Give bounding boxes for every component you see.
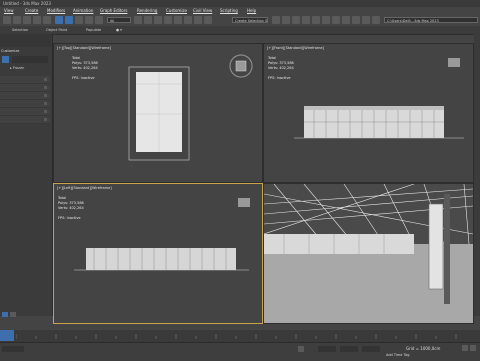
visibility-icon[interactable] <box>44 86 47 89</box>
viewport-front[interactable]: [+][Front][Standard][Wireframe] Total Po… <box>263 43 474 183</box>
curve-editor-icon[interactable] <box>312 16 320 24</box>
align-icon[interactable] <box>282 16 290 24</box>
place-icon[interactable] <box>154 16 162 24</box>
filter-icon[interactable] <box>2 56 9 63</box>
play-icon[interactable] <box>462 345 468 351</box>
menu-help[interactable]: Help <box>247 8 256 13</box>
coord-y-field[interactable] <box>340 346 358 352</box>
viewport-top[interactable]: [+][Top][Standard][Wireframe] Total Poly… <box>53 43 263 183</box>
schematic-icon[interactable] <box>322 16 330 24</box>
timeline-slider[interactable] <box>0 330 14 341</box>
spinner-snap-icon[interactable] <box>204 16 212 24</box>
layer-icon[interactable] <box>292 16 300 24</box>
viewport-perspective[interactable] <box>263 183 474 324</box>
layer-explorer-icon[interactable] <box>2 312 8 317</box>
pivot-icon[interactable] <box>164 16 172 24</box>
timeline[interactable] <box>0 330 480 342</box>
list-item[interactable] <box>0 84 50 92</box>
undo-icon[interactable] <box>3 16 11 24</box>
window-crossing-icon[interactable] <box>85 16 93 24</box>
viewport-left[interactable]: [+][Left][Standard][Wireframe] Total Pol… <box>53 183 263 324</box>
visibility-icon[interactable] <box>44 102 47 105</box>
menu-civil-view[interactable]: Civil View <box>193 8 212 13</box>
select-object-icon[interactable] <box>55 16 63 24</box>
list-item[interactable] <box>0 76 50 84</box>
window-title: Untitled - 3ds Max 2023 <box>3 1 51 6</box>
coord-x-field[interactable] <box>318 346 336 352</box>
workspace-path-field[interactable]: C:\Users\Dell\...3ds Max 2023 <box>384 17 478 23</box>
visibility-icon[interactable] <box>44 118 47 121</box>
menu-scripting[interactable]: Scripting <box>220 8 238 13</box>
list-item[interactable] <box>0 116 50 124</box>
timeline-ruler <box>16 334 457 339</box>
viewcube-icon[interactable] <box>448 58 460 67</box>
select-by-name-icon[interactable] <box>65 16 73 24</box>
main-toolbar: All Create Selection Se C:\Users\Dell\..… <box>0 15 480 26</box>
render-setup-icon[interactable] <box>342 16 350 24</box>
menu-bar: View Create Modifiers Animation Graph Ed… <box>0 7 480 15</box>
list-item[interactable] <box>0 108 50 116</box>
scene-explorer: Customize ▸ Frozen <box>0 34 53 317</box>
angle-snap-icon[interactable] <box>184 16 192 24</box>
scene-explorer-icon[interactable] <box>10 312 16 317</box>
scene-explorer-toolbar <box>0 34 51 47</box>
graphite-icon[interactable] <box>302 16 310 24</box>
lock-icon[interactable] <box>298 346 304 352</box>
left-view-geometry <box>74 248 249 271</box>
command-panel-edge[interactable] <box>474 34 480 316</box>
coord-z-field[interactable] <box>362 346 380 352</box>
menu-animation[interactable]: Animation <box>73 8 93 13</box>
menu-rendering[interactable]: Rendering <box>137 8 157 13</box>
perspective-render <box>264 184 473 323</box>
menu-modifiers[interactable]: Modifiers <box>47 8 65 13</box>
ribbon-options-icon[interactable]: ● ▾ <box>116 28 122 32</box>
scene-root-label: Frozen <box>12 66 25 70</box>
folder-icon[interactable] <box>372 16 380 24</box>
scale-icon[interactable] <box>144 16 152 24</box>
ribbon-tab-object-paint[interactable]: Object Paint <box>46 28 67 32</box>
unlink-icon[interactable] <box>33 16 41 24</box>
rotate-icon[interactable] <box>134 16 142 24</box>
link-icon[interactable] <box>23 16 31 24</box>
viewcube-icon[interactable] <box>227 52 255 80</box>
render-icon[interactable] <box>362 16 370 24</box>
menu-graph-editors[interactable]: Graph Editors <box>100 8 127 13</box>
redo-icon[interactable] <box>13 16 21 24</box>
render-frame-icon[interactable] <box>352 16 360 24</box>
region-select-icon[interactable] <box>75 16 83 24</box>
menu-create[interactable]: Create <box>25 8 38 13</box>
ribbon-bar: Selection Object Paint Populate ● ▾ <box>0 26 480 35</box>
percent-snap-icon[interactable] <box>194 16 202 24</box>
next-frame-icon[interactable] <box>470 345 476 351</box>
maxscript-listener[interactable] <box>2 346 24 352</box>
menu-customize[interactable]: Customize <box>166 8 187 13</box>
mirror-icon[interactable] <box>272 16 280 24</box>
menu-view[interactable]: View <box>4 8 14 13</box>
viewcube-icon[interactable] <box>238 198 250 207</box>
front-view-geometry <box>294 106 464 139</box>
list-item[interactable] <box>0 100 50 108</box>
snap-icon[interactable] <box>174 16 182 24</box>
scene-root-item[interactable]: ▸ Frozen <box>10 66 24 70</box>
ribbon-tab-populate[interactable]: Populate <box>86 28 101 32</box>
time-tag-button[interactable]: Add Time Tag <box>386 353 410 357</box>
visibility-icon[interactable] <box>44 110 47 113</box>
visibility-icon[interactable] <box>44 78 47 81</box>
move-icon[interactable] <box>95 16 103 24</box>
scene-explorer-header: Customize <box>1 49 20 53</box>
status-bar: Grid = 1000,0cm Add Time Tag <box>0 342 480 361</box>
grid-size-label: Grid = 1000,0cm <box>406 346 441 351</box>
selection-set-input[interactable]: Create Selection Se <box>232 17 268 23</box>
visibility-icon[interactable] <box>44 94 47 97</box>
material-editor-icon[interactable] <box>332 16 340 24</box>
filter-dropdown[interactable]: All <box>107 17 131 23</box>
title-bar: Untitled - 3ds Max 2023 <box>0 0 480 7</box>
bind-space-warp-icon[interactable] <box>43 16 51 24</box>
ribbon-tab-selection[interactable]: Selection <box>12 28 28 32</box>
list-item[interactable] <box>0 92 50 100</box>
scene-explorer-search[interactable] <box>12 56 48 63</box>
